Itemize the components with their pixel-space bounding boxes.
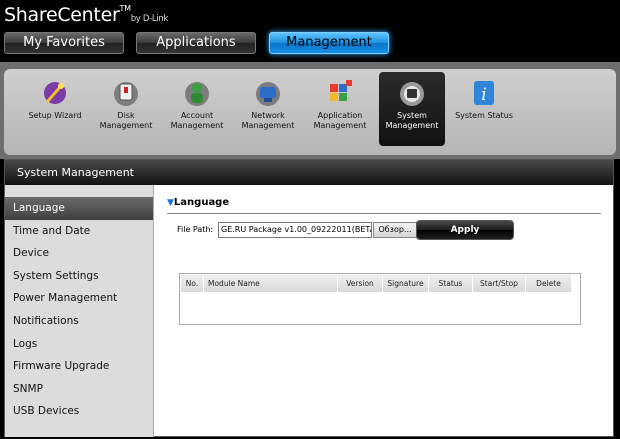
sidebar-item-logs[interactable]: Logs xyxy=(5,333,153,356)
column-header-delete: Delete xyxy=(526,275,572,292)
column-header-module-name: Module Name xyxy=(204,275,338,292)
sidebar-item-usb-devices[interactable]: USB Devices xyxy=(5,400,153,423)
tab-applications[interactable]: Applications xyxy=(136,32,256,54)
tool-label: Network Management xyxy=(241,111,295,130)
collapse-triangle-icon: ▼ xyxy=(167,198,174,208)
tool-system-management[interactable]: System Management xyxy=(379,72,445,146)
tool-label: Setup Wizard xyxy=(28,111,82,120)
column-header-signature: Signature xyxy=(383,275,429,292)
tool-label: Account Management xyxy=(170,111,224,130)
brand-logo: ShareCenterTMby D-Link xyxy=(4,4,168,26)
wizard-icon xyxy=(39,78,71,108)
sidebar-item-power-management[interactable]: Power Management xyxy=(5,287,153,310)
apply-button[interactable]: Apply xyxy=(416,220,514,240)
tool-account-management[interactable]: Account Management xyxy=(164,72,230,146)
brand-trademark: TM xyxy=(119,4,131,13)
tool-system-status[interactable]: i System Status xyxy=(451,72,517,146)
disk-gear-icon xyxy=(110,78,142,108)
language-content: ▼Language File Path: GE.RU Package v1.00… xyxy=(155,185,613,437)
language-module-table: No. Module Name Version Signature Status… xyxy=(179,273,581,325)
info-icon: i xyxy=(468,78,500,108)
network-gear-icon xyxy=(252,78,284,108)
table-header-row: No. Module Name Version Signature Status… xyxy=(181,275,579,292)
tool-setup-wizard[interactable]: Setup Wizard xyxy=(22,72,88,146)
tool-label: Application Management xyxy=(313,111,367,130)
column-header-start-stop: Start/Stop xyxy=(473,275,526,292)
tool-label: System Status xyxy=(455,111,513,120)
column-header-no: No. xyxy=(181,275,204,292)
sidebar-item-firmware-upgrade[interactable]: Firmware Upgrade xyxy=(5,355,153,378)
tool-label: System Management xyxy=(385,111,439,130)
browse-button[interactable]: Обзор... xyxy=(373,222,417,238)
tool-disk-management[interactable]: Disk Management xyxy=(93,72,159,146)
account-gear-icon xyxy=(181,78,213,108)
file-path-label: File Path: xyxy=(177,225,214,234)
management-toolbar: Setup Wizard Disk Management Account Man… xyxy=(4,69,616,155)
management-toolbar-area: Setup Wizard Disk Management Account Man… xyxy=(0,62,620,159)
column-header-status: Status xyxy=(429,275,473,292)
sidebar-item-notifications[interactable]: Notifications xyxy=(5,310,153,333)
brand-byline: by D-Link xyxy=(130,14,169,24)
tool-label: Disk Management xyxy=(99,111,153,130)
sidebar-item-system-settings[interactable]: System Settings xyxy=(5,265,153,288)
tool-application-management[interactable]: Application Management xyxy=(307,72,373,146)
system-gear-icon xyxy=(396,78,428,108)
brand-name: ShareCenter xyxy=(4,4,120,26)
section-divider xyxy=(167,213,601,214)
sidebar: Language Time and Date Device System Set… xyxy=(5,185,154,437)
sidebar-item-snmp[interactable]: SNMP xyxy=(5,378,153,401)
tab-management[interactable]: Management xyxy=(269,32,389,54)
top-header: ShareCenterTMby D-Link My Favorites Appl… xyxy=(0,0,620,62)
panel-title: System Management xyxy=(5,160,613,185)
file-path-input[interactable]: GE.RU Package v1.00_09222011(BETA) xyxy=(218,222,372,238)
sidebar-item-time-and-date[interactable]: Time and Date xyxy=(5,220,153,243)
application-icon xyxy=(324,78,356,108)
tool-network-management[interactable]: Network Management xyxy=(235,72,301,146)
sidebar-item-language[interactable]: Language xyxy=(5,197,153,220)
sidebar-item-device[interactable]: Device xyxy=(5,242,153,265)
tab-my-favorites[interactable]: My Favorites xyxy=(4,32,124,54)
column-header-version: Version xyxy=(338,275,383,292)
system-management-panel: System Management Language Time and Date… xyxy=(4,159,614,437)
section-title[interactable]: ▼Language xyxy=(167,197,229,208)
section-title-label: Language xyxy=(173,197,230,208)
svg-text:i: i xyxy=(481,85,486,105)
